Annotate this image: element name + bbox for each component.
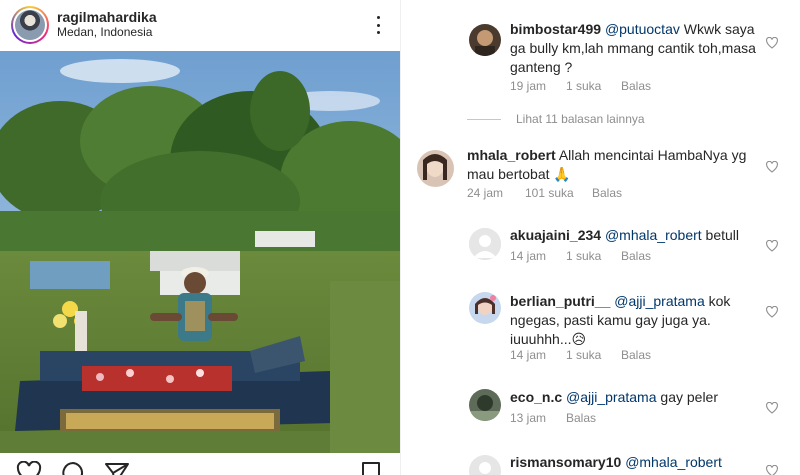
comment-likes[interactable]: 101 suka [525,186,592,200]
share-icon[interactable] [104,461,130,475]
comments-panel: bimbostar499 @putuoctav Wkwk saya ga bul… [401,0,800,475]
reply-button[interactable]: Balas [566,411,596,425]
post-location[interactable]: Medan, Indonesia [57,25,152,39]
bookmark-icon[interactable] [358,461,384,475]
comment-mention[interactable]: @mhala_robert [605,227,702,243]
heart-icon[interactable] [16,461,42,475]
comment-text: rismansomary10 @mhala_robert [510,453,770,472]
comment-time[interactable]: 14 jam [510,249,566,263]
comment-mention[interactable]: @ajji_pratama [566,389,656,405]
comment-time[interactable]: 14 jam [510,348,566,362]
heart-icon[interactable] [766,240,778,252]
comment-username[interactable]: berlian_putri__ [510,293,610,309]
post-author-avatar[interactable] [11,6,49,44]
post-photo[interactable] [0,51,400,453]
reply-button[interactable]: Balas [621,348,651,362]
post-author-username[interactable]: ragilmahardika [57,9,157,25]
heart-icon[interactable] [766,402,778,414]
comment-username[interactable]: akuajaini_234 [510,227,601,243]
comment-meta: 24 jam 101 suka Balas [467,186,622,200]
comment-meta: 14 jam 1 suka Balas [510,249,651,263]
reply-button[interactable]: Balas [621,249,651,263]
comment-time[interactable]: 19 jam [510,79,566,93]
reply-button[interactable]: Balas [621,79,651,93]
comment-meta: 19 jam 1 suka Balas [510,79,651,93]
comment-time[interactable]: 13 jam [510,411,566,425]
commenter-avatar[interactable] [469,228,501,260]
comment-username[interactable]: rismansomary10 [510,454,621,470]
reply-button[interactable]: Balas [592,186,622,200]
comment-username[interactable]: bimbostar499 [510,21,601,37]
comment-meta: 14 jam 1 suka Balas [510,348,651,362]
commenter-avatar[interactable] [469,24,501,56]
comment-text: mhala_robert Allah mencintai HambaNya yg… [467,146,767,184]
comment-text: akuajaini_234 @mhala_robert betull [510,226,770,245]
post-panel: ragilmahardika Medan, Indonesia [0,0,400,475]
comment-mention[interactable]: @mhala_robert [625,454,722,470]
comment-text: berlian_putri__ @ajji_pratama kok ngegas… [510,292,750,349]
comment-username[interactable]: eco_n.c [510,389,562,405]
comment-body: gay peler [656,389,718,405]
comment-mention[interactable]: @ajji_pratama [614,293,704,309]
heart-icon[interactable] [766,306,778,318]
heart-icon[interactable] [766,37,778,49]
comment-meta: 13 jam Balas [510,411,596,425]
post-header: ragilmahardika Medan, Indonesia [0,0,400,50]
comment-icon[interactable] [60,461,86,475]
view-more-replies[interactable]: Lihat 11 balasan lainnya [467,112,645,126]
comment-time[interactable]: 24 jam [467,186,525,200]
heart-icon[interactable] [766,465,778,475]
commenter-avatar[interactable] [417,150,454,187]
post-action-bar [0,453,400,475]
comment-text: eco_n.c @ajji_pratama gay peler [510,388,770,407]
comment-likes[interactable]: 1 suka [566,79,621,93]
comment-likes[interactable]: 1 suka [566,348,621,362]
commenter-avatar[interactable] [469,292,501,324]
comment-username[interactable]: mhala_robert [467,147,556,163]
heart-icon[interactable] [766,161,778,173]
comment-mention[interactable]: @putuoctav [605,21,680,37]
comment-text: bimbostar499 @putuoctav Wkwk saya ga bul… [510,20,760,77]
commenter-avatar[interactable] [469,389,501,421]
more-options-icon[interactable] [368,14,388,36]
comment-body: betull [701,227,740,243]
commenter-avatar[interactable] [469,455,501,475]
comment-likes[interactable]: 1 suka [566,249,621,263]
